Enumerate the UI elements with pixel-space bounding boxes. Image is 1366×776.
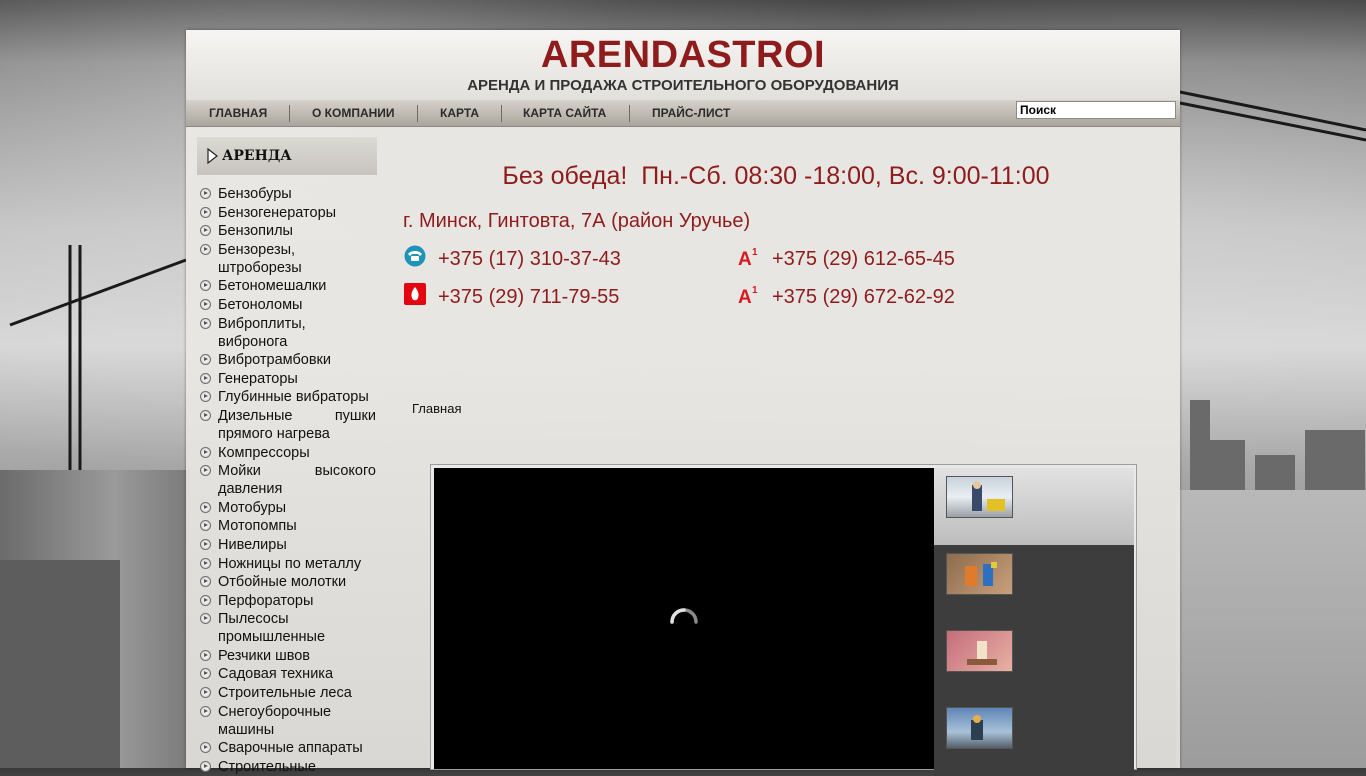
slider-thumbnail[interactable] — [934, 699, 1134, 776]
sidebar-item[interactable]: Вибротрамбовки — [198, 351, 376, 369]
sidebar-title: АРЕНДА — [222, 148, 292, 164]
sidebar-item[interactable]: Бензобуры — [198, 185, 376, 203]
sidebar-item[interactable]: Мотобуры — [198, 499, 376, 517]
landline-phone-icon — [404, 245, 426, 267]
sidebar-item[interactable]: Бензопилы — [198, 222, 376, 240]
sidebar-item[interactable]: Ножницы по металлу — [198, 555, 376, 573]
loading-spinner-icon — [670, 608, 698, 624]
nav-divider — [629, 105, 630, 122]
sidebar-item[interactable]: Бетономешалки — [198, 277, 376, 295]
thumbnail-image — [946, 630, 1013, 672]
slider-main-view[interactable] — [434, 468, 934, 769]
sidebar-item[interactable]: Дизельные пушки прямого нагрева — [198, 407, 376, 443]
sidebar-item[interactable]: Генераторы — [198, 370, 376, 388]
site-subtitle: АРЕНДА И ПРОДАЖА СТРОИТЕЛЬНОГО ОБОРУДОВА… — [467, 77, 899, 94]
arrow-bullet-icon — [200, 538, 211, 550]
sidebar-item[interactable]: Мотопомпы — [198, 517, 376, 535]
arrow-bullet-icon — [200, 557, 211, 569]
sidebar-item[interactable]: Пылесосы промышленные — [198, 610, 376, 646]
sidebar-item[interactable]: Строительные — [198, 758, 376, 776]
sidebar-item[interactable]: Компрессоры — [198, 444, 376, 462]
arrow-bullet-icon — [200, 409, 211, 421]
phone-number[interactable]: +375 (17) 310-37-43 — [438, 248, 621, 271]
arrow-bullet-icon — [200, 372, 211, 384]
sidebar-item[interactable]: Нивелиры — [198, 536, 376, 554]
address: г. Минск, Гинтовта, 7А (район Уручье) — [403, 210, 751, 232]
arrow-bullet-icon — [200, 317, 211, 329]
svg-text:A: A — [738, 249, 752, 267]
svg-text:1: 1 — [752, 247, 758, 258]
sidebar-item[interactable]: Резчики швов — [198, 647, 376, 665]
image-slider — [430, 464, 1137, 776]
sidebar-menu: Бензобуры Бензогенераторы Бензопилы Бенз… — [198, 185, 376, 776]
mts-operator-icon — [404, 283, 426, 305]
sidebar-item[interactable]: Глубинные вибраторы — [198, 388, 376, 406]
sidebar-item[interactable]: Садовая техника — [198, 665, 376, 683]
nav-item-about[interactable]: О КОМПАНИИ — [312, 100, 395, 126]
thumbnail-image — [946, 476, 1013, 518]
slider-thumbnails — [934, 468, 1134, 776]
slider-thumbnail[interactable] — [934, 622, 1134, 699]
sidebar-item[interactable]: Бетоноломы — [198, 296, 376, 314]
sidebar-item[interactable]: Отбойные молотки — [198, 573, 376, 591]
sidebar-item[interactable]: Бензогенераторы — [198, 204, 376, 222]
thumbnail-image — [946, 553, 1013, 595]
arrow-bullet-icon — [200, 243, 211, 255]
arrow-bullet-icon — [200, 206, 211, 218]
nav-item-sitemap[interactable]: КАРТА САЙТА — [523, 100, 606, 126]
search-input[interactable] — [1016, 101, 1176, 119]
arrow-bullet-icon — [200, 465, 211, 477]
arrow-bullet-icon — [200, 501, 211, 513]
arrow-bullet-icon — [200, 613, 211, 625]
arrow-bullet-icon — [200, 594, 211, 606]
phone-number[interactable]: +375 (29) 711-79-55 — [438, 286, 619, 309]
arrow-bullet-icon — [200, 576, 211, 588]
breadcrumb[interactable]: Главная — [412, 401, 461, 416]
sidebar-item[interactable]: Сварочные аппараты — [198, 739, 376, 757]
page-container: ARENDASTROI АРЕНДА И ПРОДАЖА СТРОИТЕЛЬНО… — [186, 30, 1180, 776]
sidebar-item[interactable]: Перфораторы — [198, 592, 376, 610]
triangle-right-icon — [207, 148, 218, 164]
svg-text:1: 1 — [752, 285, 758, 296]
nav-divider — [501, 105, 502, 122]
arrow-bullet-icon — [200, 649, 211, 661]
arrow-bullet-icon — [200, 225, 211, 237]
arrow-bullet-icon — [200, 280, 211, 292]
thumbnail-image — [946, 707, 1013, 749]
phone-number[interactable]: +375 (29) 612-65-45 — [772, 248, 955, 271]
site-header: ARENDASTROI АРЕНДА И ПРОДАЖА СТРОИТЕЛЬНО… — [186, 30, 1180, 100]
nav-divider — [289, 105, 290, 122]
sidebar-item[interactable]: Снегоуборочные машины — [198, 703, 376, 739]
arrow-bullet-icon — [200, 687, 211, 699]
slider-thumbnail[interactable] — [934, 545, 1134, 622]
a1-operator-icon: A 1 — [738, 285, 758, 305]
nav-item-home[interactable]: ГЛАВНАЯ — [209, 100, 267, 126]
arrow-bullet-icon — [200, 520, 211, 532]
a1-operator-icon: A 1 — [738, 247, 758, 267]
nav-divider — [417, 105, 418, 122]
arrow-bullet-icon — [200, 391, 211, 403]
site-title[interactable]: ARENDASTROI — [186, 34, 1180, 77]
arrow-bullet-icon — [200, 668, 211, 680]
working-hours: Без обеда! Пн.-Сб. 08:30 -18:00, Вс. 9:0… — [502, 162, 1050, 190]
nav-item-pricelist[interactable]: ПРАЙС-ЛИСТ — [652, 100, 730, 126]
arrow-bullet-icon — [200, 760, 211, 772]
sidebar-item[interactable]: Бензорезы, штроборезы — [198, 241, 376, 277]
sidebar-item[interactable]: Мойки высокого давления — [198, 462, 376, 498]
arrow-bullet-icon — [200, 354, 211, 366]
arrow-bullet-icon — [200, 742, 211, 754]
svg-text:A: A — [738, 287, 752, 305]
phone-number[interactable]: +375 (29) 672-62-92 — [772, 286, 955, 309]
arrow-bullet-icon — [200, 298, 211, 310]
sidebar-item[interactable]: Виброплиты, вибронога — [198, 315, 376, 351]
arrow-bullet-icon — [200, 188, 211, 199]
sidebar-header: АРЕНДА — [197, 137, 377, 175]
slider-thumbnail[interactable] — [934, 468, 1134, 545]
nav-item-map[interactable]: КАРТА — [440, 100, 479, 126]
arrow-bullet-icon — [200, 446, 211, 458]
arrow-bullet-icon — [200, 705, 211, 717]
sidebar-item[interactable]: Строительные леса — [198, 684, 376, 702]
